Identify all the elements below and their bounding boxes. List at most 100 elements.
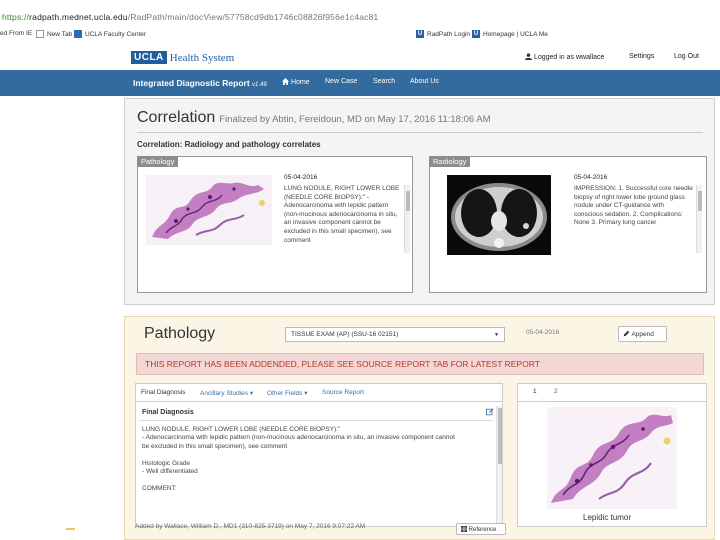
append-label: Append (631, 331, 654, 338)
logout-link[interactable]: Log Out (674, 53, 699, 60)
radiology-tag: Radiology (429, 156, 471, 167)
addended-alert: THIS REPORT HAS BEEN ADDENDED, PLEASE SE… (136, 353, 704, 375)
bookmarks-bar: ed From IE New Tab UCLA Faculty Center U… (0, 28, 720, 42)
correlation-value: Radiology and pathology correlates (184, 140, 321, 149)
append-button[interactable]: Append (618, 326, 667, 342)
finalized-text: Finalized by Abtin, Fereidoun, MD on May… (219, 114, 491, 125)
final-diagnosis-text: LUNG NODULE, RIGHT LOWER LOBE (NEEDLE CO… (142, 426, 487, 524)
pathology-date: 05-04-2016 (284, 174, 318, 181)
correlation-summary: Correlation: Radiology and pathology cor… (137, 140, 321, 149)
nav-label: About Us (410, 78, 439, 85)
image-tab-label: 1 (533, 388, 537, 395)
bookmark-radpath-login[interactable]: U RadPath Login (416, 30, 470, 38)
radiology-date: 05-04-2016 (574, 174, 608, 181)
divider (137, 132, 703, 133)
app-version: v1.49 (252, 82, 267, 88)
report-line: Histologic Grade (142, 459, 191, 467)
pathology-image[interactable] (547, 407, 677, 509)
caret-down-icon: ▾ (249, 390, 254, 397)
reference-button[interactable]: Reference (456, 523, 506, 535)
report-scrollbar[interactable] (496, 406, 502, 526)
logo-text: Health System (169, 51, 235, 64)
bookmark-label: UCLA Faculty Center (85, 30, 147, 38)
app-title-text: Integrated Diagnostic Report (133, 78, 250, 88)
pathology-image-panel: 1 2 Lepidic tumor (517, 383, 707, 527)
nav-about-us[interactable]: About Us (410, 78, 439, 85)
image-tabs: 1 2 (518, 384, 706, 402)
pathology-tag: Pathology (137, 156, 179, 167)
report-line: LUNG NODULE, RIGHT LOWER LOBE (NEEDLE CO… (142, 426, 341, 433)
image-tab-1[interactable]: 1 (533, 388, 537, 395)
url-scheme: https:// (2, 12, 30, 22)
url-host: radpath.mednet.ucla.edu (29, 12, 128, 22)
pathology-scrollbar[interactable] (404, 185, 410, 253)
pathology-thumbnail[interactable] (146, 175, 272, 245)
nav-home-label: Home (290, 79, 310, 86)
home-icon (282, 78, 289, 85)
correlation-radiology-card: Radiology 05-04-2016 IMPRESSION: 1. Succ… (429, 156, 707, 293)
scrollbar-thumb[interactable] (406, 191, 410, 211)
tab-label: Ancillary Studies (200, 390, 249, 397)
main-navbar: Integrated Diagnostic Report v1.49 Home … (0, 70, 720, 96)
edit-icon[interactable] (486, 408, 494, 416)
radiology-scrollbar[interactable] (696, 185, 702, 253)
radiology-thumbnail[interactable] (447, 175, 551, 255)
u-icon: U (472, 30, 480, 38)
report-tabs: Final Diagnosis Ancillary Studies ▾ Othe… (136, 384, 502, 402)
u-icon: U (416, 30, 424, 38)
logged-in-link[interactable]: Logged in as wwallace (525, 53, 604, 61)
bookmark-homepage[interactable]: U Homepage | UCLA Me (472, 30, 548, 38)
bookmark-faculty-center[interactable]: UCLA Faculty Center (74, 30, 146, 38)
correlation-panel: Correlation Finalized by Abtin, Fereidoun… (124, 98, 715, 305)
settings-label: Settings (629, 53, 655, 60)
report-select-value: TISSUE EXAM (AP) (SSU-16 02151) (291, 331, 399, 338)
nav-label: Search (373, 78, 396, 85)
nav-home[interactable]: Home (282, 78, 310, 86)
image-tab-2[interactable]: 2 (554, 388, 558, 395)
report-line (142, 451, 487, 459)
logged-in-label: Logged in as wwallace (533, 54, 605, 61)
app-title[interactable]: Integrated Diagnostic Report v1.49 (133, 78, 267, 88)
scrollbar-thumb[interactable] (498, 408, 502, 464)
added-by-text: Added by Wallace, William D., MD1 (310-8… (135, 523, 366, 530)
report-line: - Well differentiated (142, 468, 198, 476)
bookmark-new-tab[interactable]: New Tab (36, 30, 72, 38)
site-header: UCLA Health System Logged in as wwallace… (0, 44, 720, 70)
pencil-icon (623, 330, 630, 337)
tab-source-report[interactable]: Source Report (322, 389, 364, 396)
user-icon (525, 53, 532, 60)
caret-down-icon: ▼ (494, 332, 499, 338)
final-diagnosis-heading: Final Diagnosis (142, 409, 194, 416)
report-line: - Adenocarcinoma with lepidic pattern (n… (142, 434, 455, 442)
scrollbar-thumb[interactable] (698, 191, 702, 211)
pathology-panel: Pathology TISSUE EXAM (AP) (SSU-16 02151… (124, 316, 715, 540)
reference-label: Reference (468, 527, 497, 533)
ucla-logo[interactable]: UCLA Health System (131, 51, 234, 64)
pathology-summary-text: LUNG NODULE, RIGHT LOWER LOBE (NEEDLE CO… (284, 185, 400, 244)
report-line: be excluded in this small specimen), see… (142, 442, 288, 450)
divider (139, 420, 493, 421)
ucla-icon (74, 30, 82, 38)
nav-search[interactable]: Search (373, 78, 395, 85)
bookmark-label: Homepage | UCLA Me (483, 30, 548, 38)
correlation-heading: Correlation Finalized by Abtin, Fereidoun… (137, 109, 491, 127)
tab-label: Final Diagnosis (141, 389, 186, 396)
report-select[interactable]: TISSUE EXAM (AP) (SSU-16 02151) ▼ (285, 327, 505, 342)
logout-label: Log Out (674, 53, 699, 60)
image-caption: Lepidic tumor (583, 513, 632, 522)
pathology-title: Pathology (144, 325, 216, 342)
nav-new-case[interactable]: New Case (325, 78, 357, 85)
url-path: /RadPath/main/docView/57758cd9db1746c088… (127, 12, 379, 22)
address-bar[interactable]: https://radpath.mednet.ucla.edu/RadPath/… (0, 12, 720, 26)
tab-label: Source Report (322, 389, 364, 396)
tab-final-diagnosis[interactable]: Final Diagnosis (141, 389, 185, 396)
tab-ancillary-studies[interactable]: Ancillary Studies ▾ (200, 389, 253, 397)
report-line (142, 476, 487, 484)
page-icon (36, 30, 44, 38)
radiology-summary-text: IMPRESSION: 1. Successful core needle bi… (574, 185, 693, 227)
decorative-mark (66, 528, 75, 530)
image-tab-label: 2 (554, 388, 558, 395)
tab-other-fields[interactable]: Other Fields ▾ (267, 389, 307, 397)
settings-link[interactable]: Settings (629, 53, 654, 60)
bookmark-from-ie[interactable]: ed From IE (0, 30, 32, 37)
